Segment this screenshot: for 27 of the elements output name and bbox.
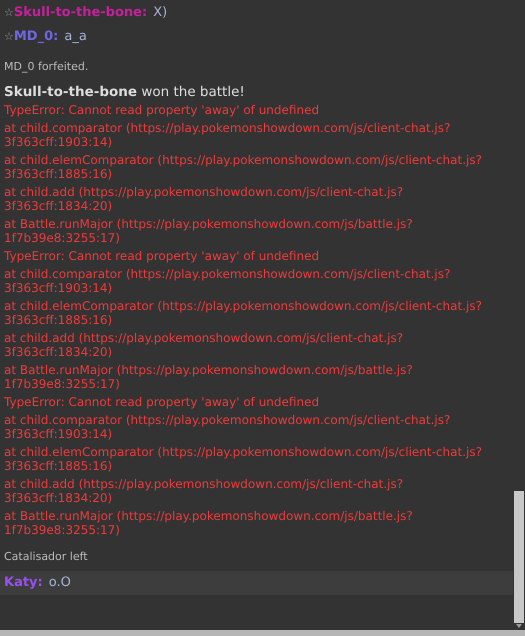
chat-message: X) xyxy=(153,5,168,20)
error-message: at child.add (https://play.pokemonshowdown.com/js/client-chat.js? 3f363cff:1834:20) xyxy=(3,330,404,361)
rank-symbol: ☆ xyxy=(4,6,14,19)
username[interactable]: MD_0: xyxy=(14,29,58,44)
scrollbar-thumb[interactable] xyxy=(514,491,524,623)
error-message: TypeError: Cannot read property 'away' of undefined xyxy=(3,394,320,411)
error-message: at child.add (https://play.pokemonshowdown.com/js/client-chat.js? 3f363cff:1834:20) xyxy=(3,184,404,215)
error-message: at child.add (https://play.pokemonshowdown.com/js/client-chat.js? 3f363cff:1834:20) xyxy=(3,476,404,507)
notice-text: MD_0 forfeited. xyxy=(4,60,88,73)
error-message: at Battle.runMajor (https://play.pokemonshowdown.com/js/battle.js? 1f7b39e8:3255:17) xyxy=(3,508,414,539)
rank-symbol: ☆ xyxy=(4,30,14,43)
error-message: at child.comparator (https://play.pokemonshowdown.com/js/client-chat.js? 3f363cff:1903:14) xyxy=(3,412,452,443)
username[interactable]: Katy: xyxy=(4,575,43,590)
error-message: TypeError: Cannot read property 'away' of undefined xyxy=(3,248,320,265)
error-message: at Battle.runMajor (https://play.pokemonshowdown.com/js/battle.js? 1f7b39e8:3255:17) xyxy=(3,216,414,247)
error-message: at child.comparator (https://play.pokemonshowdown.com/js/client-chat.js? 3f363cff:1903:14) xyxy=(3,266,452,297)
username[interactable]: Skull-to-the-bone: xyxy=(14,5,148,20)
win-message: Skull-to-the-bone won the battle! xyxy=(3,83,246,101)
error-message: at child.elemComparator (https://play.pokemonshowdown.com/js/client-chat.js? 3f363cff:1885:16) xyxy=(3,152,483,183)
chat-message: a_a xyxy=(64,29,87,44)
error-message: at child.elemComparator (https://play.pokemonshowdown.com/js/client-chat.js? 3f363cff:1885:16) xyxy=(3,298,483,329)
error-message: at Battle.runMajor (https://play.pokemonshowdown.com/js/battle.js? 1f7b39e8:3255:17) xyxy=(3,362,414,393)
chat-message: o.O xyxy=(48,575,71,590)
notice-text: Catalisador left xyxy=(4,550,88,563)
error-message: TypeError: Cannot read property 'away' of undefined xyxy=(3,102,320,119)
error-message: at child.comparator (https://play.pokemonshowdown.com/js/client-chat.js? 3f363cff:1903:14) xyxy=(3,120,452,151)
error-message: at child.elemComparator (https://play.pokemonshowdown.com/js/client-chat.js? 3f363cff:1885:16) xyxy=(3,444,483,475)
